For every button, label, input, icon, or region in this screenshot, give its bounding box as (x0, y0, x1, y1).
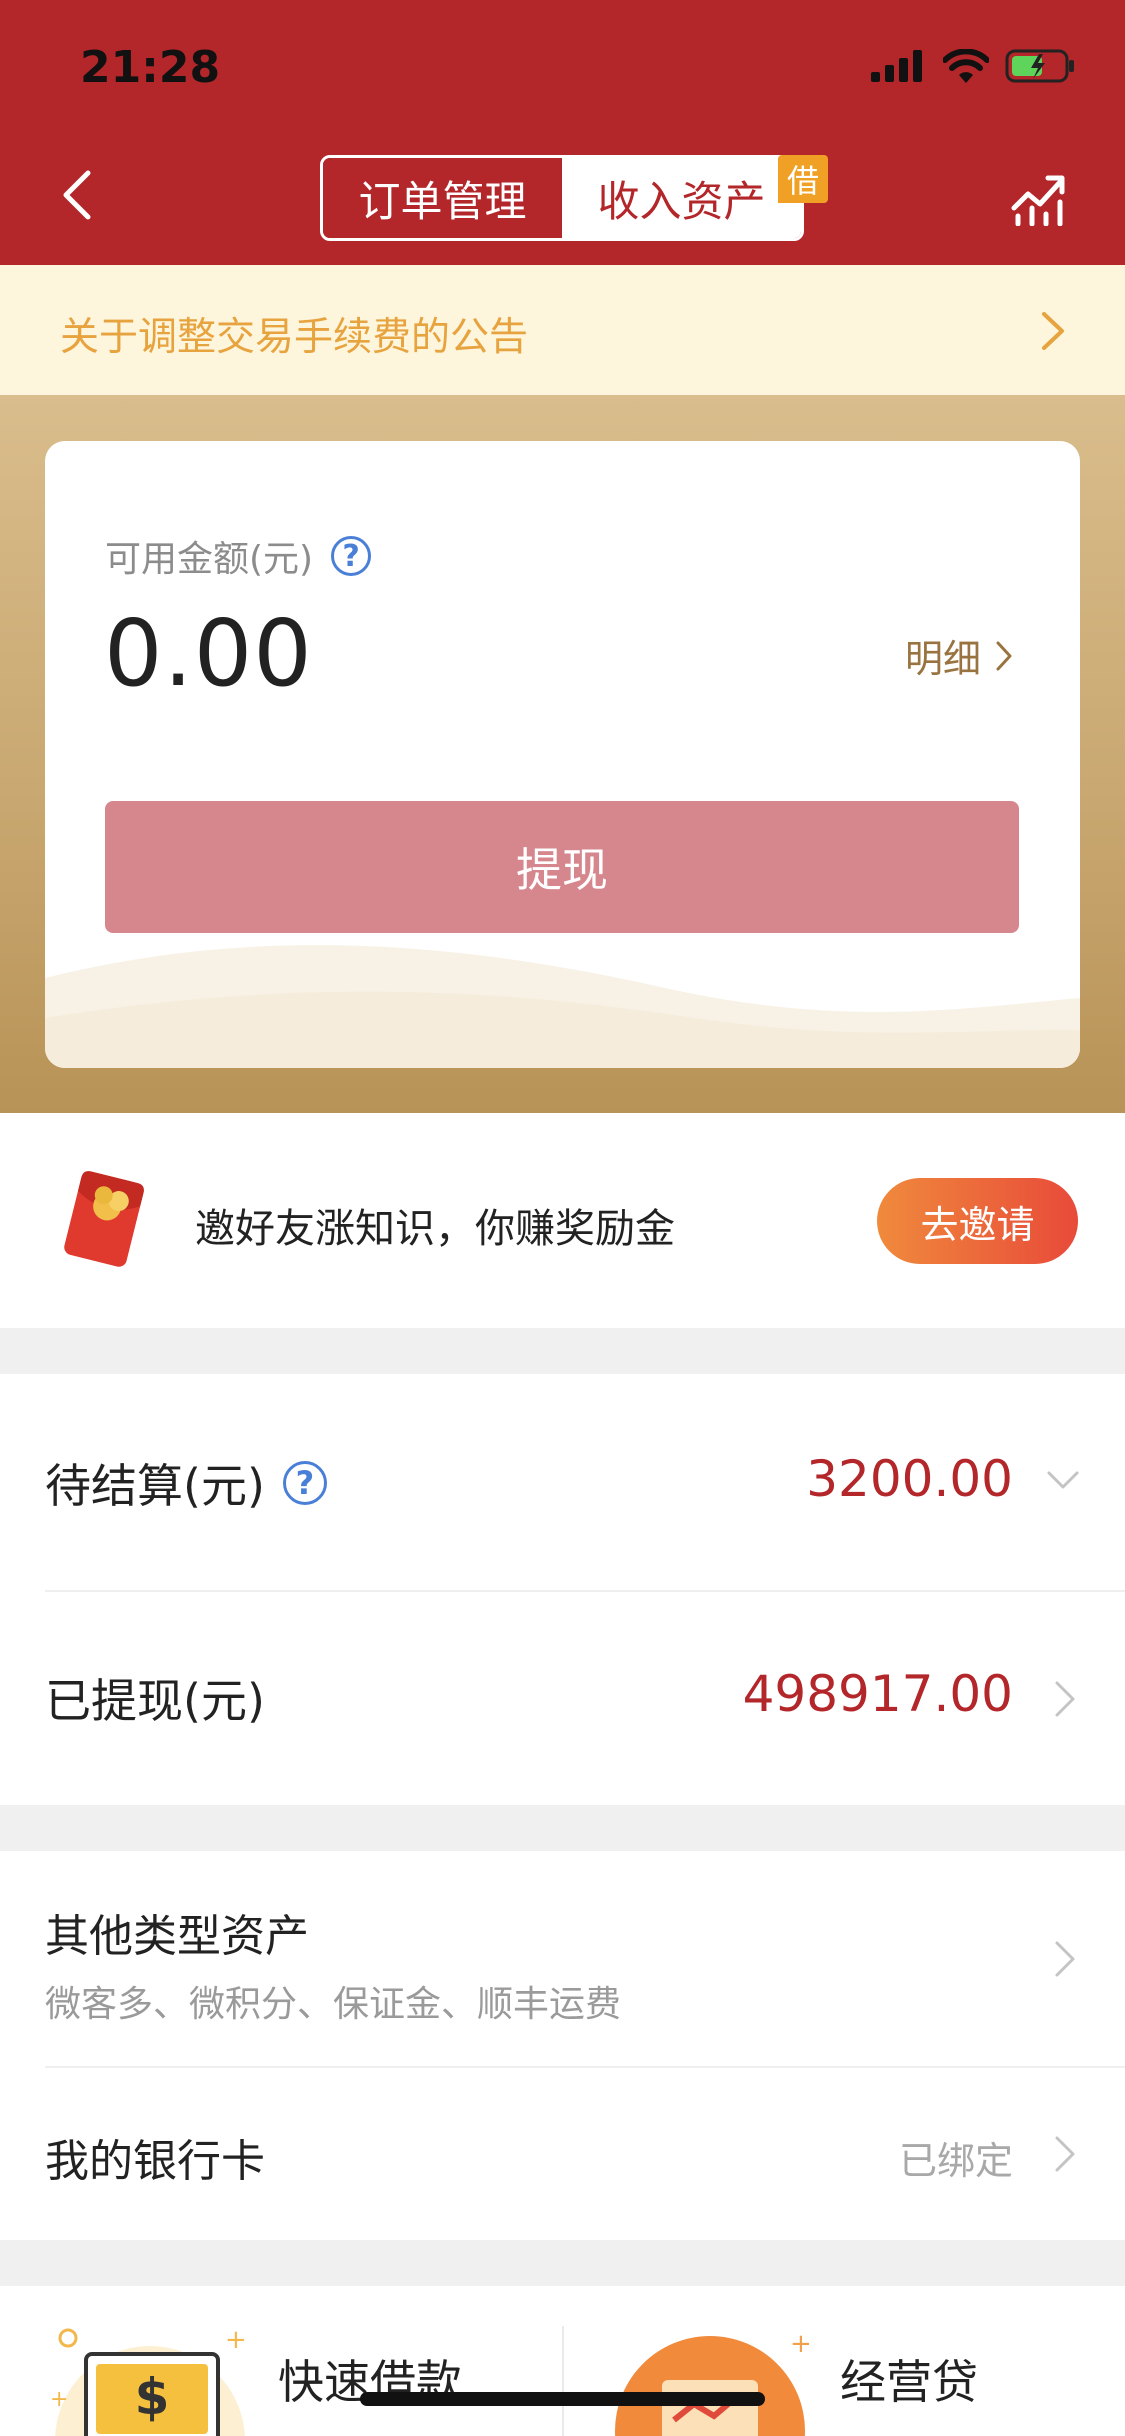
svg-text:+: + (50, 2387, 68, 2412)
available-balance-amount: 0.00 (104, 600, 313, 707)
invite-text: 邀好友涨知识，你赚奖励金 (195, 1206, 675, 1252)
detail-label: 明细 (905, 637, 982, 681)
detail-link[interactable]: 明细 (905, 628, 1013, 683)
signal-icon (871, 50, 922, 82)
divider (45, 2066, 1125, 2068)
bank-card-label[interactable]: 我的银行卡 (45, 2125, 265, 2189)
chevron-right-icon[interactable] (1054, 1680, 1076, 1718)
home-indicator[interactable] (360, 2392, 765, 2406)
wifi-icon (943, 49, 989, 83)
other-assets-sub: 微客多、微积分、保证金、顺丰运费 (45, 1984, 622, 2025)
svg-text:+: + (790, 2329, 812, 2359)
chevron-right-icon (1042, 312, 1064, 350)
chevron-right-icon[interactable] (1054, 2135, 1076, 2173)
status-icons (871, 48, 1077, 84)
chevron-down-icon[interactable] (1046, 1470, 1080, 1490)
dollar-bill-icon[interactable]: + + $ (50, 2326, 250, 2436)
available-balance-label: 可用金额(元) ? (105, 530, 372, 582)
business-loan-icon[interactable]: + (610, 2316, 830, 2436)
services-row: + + $ 快速借款 + 经营贷 (0, 2286, 1125, 2436)
notice-text[interactable]: 关于调整交易手续费的公告 (60, 306, 528, 362)
tab-income-assets[interactable]: 收入资产 (562, 158, 801, 238)
chevron-right-icon (996, 641, 1012, 670)
invite-button[interactable]: 去邀请 (877, 1178, 1078, 1264)
trend-chart-icon[interactable] (1010, 170, 1068, 226)
red-envelope-icon (64, 1171, 144, 1267)
help-icon[interactable]: ? (282, 1461, 327, 1505)
withdrawn-label: 已提现(元) (45, 1674, 265, 1728)
pending-label: 待结算(元) (45, 1459, 265, 1513)
other-assets-label[interactable]: 其他类型资产 (45, 1900, 309, 1964)
battery-icon (1005, 49, 1074, 83)
withdrawn-amount: 498917.00 (742, 1665, 1013, 1723)
chevron-right-icon[interactable] (1054, 1940, 1076, 1978)
loan-badge: 借 (778, 155, 828, 203)
vertical-divider (562, 2326, 564, 2436)
tab-order-management[interactable]: 订单管理 (323, 158, 562, 238)
bank-card-status: 已绑定 (898, 2139, 1013, 2183)
wave-decoration (45, 945, 1080, 1068)
help-icon[interactable]: ? (331, 536, 372, 576)
available-balance-text: 可用金额(元) (105, 539, 314, 580)
section-gap (0, 1328, 1125, 1374)
section-gap (0, 1805, 1125, 1851)
back-icon[interactable] (58, 165, 98, 225)
business-loan-label[interactable]: 经营贷 (840, 2346, 978, 2412)
pending-label-group: 待结算(元) ? (45, 1450, 327, 1516)
section-gap (0, 2240, 1125, 2286)
divider (45, 1590, 1125, 1592)
pending-amount: 3200.00 (806, 1450, 1013, 1508)
withdraw-button[interactable]: 提现 (105, 801, 1019, 933)
segmented-tabs: 订单管理 收入资产 (320, 155, 804, 241)
svg-text:+: + (225, 2326, 247, 2355)
status-time: 21:28 (80, 42, 221, 93)
svg-text:$: $ (135, 2368, 170, 2426)
